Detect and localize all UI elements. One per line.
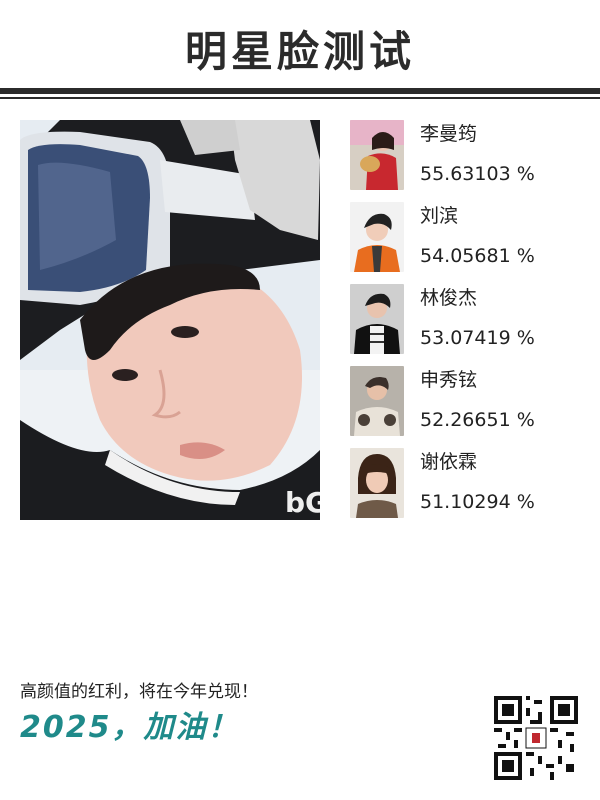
header-divider-thick (0, 88, 600, 94)
match-score: 51.10294 % (420, 491, 535, 513)
match-name: 刘滨 (420, 205, 459, 227)
match-thumbnail (350, 284, 404, 354)
match-score: 55.63103 % (420, 163, 535, 185)
match-thumbnail (350, 120, 404, 190)
match-item[interactable]: 林俊杰 53.07419 % (350, 284, 580, 366)
match-name: 林俊杰 (420, 287, 478, 309)
page-title: 明星脸测试 (184, 27, 415, 76)
match-thumbnail (350, 366, 404, 436)
uploaded-photo: bG (20, 120, 320, 520)
match-score: 52.26651 % (420, 409, 535, 431)
slogan-text: 高颜值的红利，将在今年兑现！ (20, 682, 258, 702)
match-list: 李曼筠 55.63103 % 刘滨 54.05681 % 林俊杰 53.0741… (350, 120, 580, 530)
match-item[interactable]: 刘滨 54.05681 % (350, 202, 580, 284)
match-thumbnail (350, 202, 404, 272)
match-thumbnail (350, 448, 404, 518)
match-name: 申秀铉 (420, 369, 478, 391)
cheer-text: 2025，加油！ (20, 710, 240, 745)
portrait-illustration: bG (20, 120, 320, 520)
match-score: 54.05681 % (420, 245, 535, 267)
match-item[interactable]: 谢依霖 51.10294 % (350, 448, 580, 530)
svg-text:bG: bG (285, 486, 320, 519)
match-name: 李曼筠 (420, 123, 478, 145)
match-item[interactable]: 申秀铉 52.26651 % (350, 366, 580, 448)
header-divider-thin (0, 97, 600, 99)
qr-code-icon (494, 696, 578, 780)
match-name: 谢依霖 (420, 451, 478, 473)
match-score: 53.07419 % (420, 327, 535, 349)
match-item[interactable]: 李曼筠 55.63103 % (350, 120, 580, 202)
qr-code[interactable] (494, 696, 578, 780)
